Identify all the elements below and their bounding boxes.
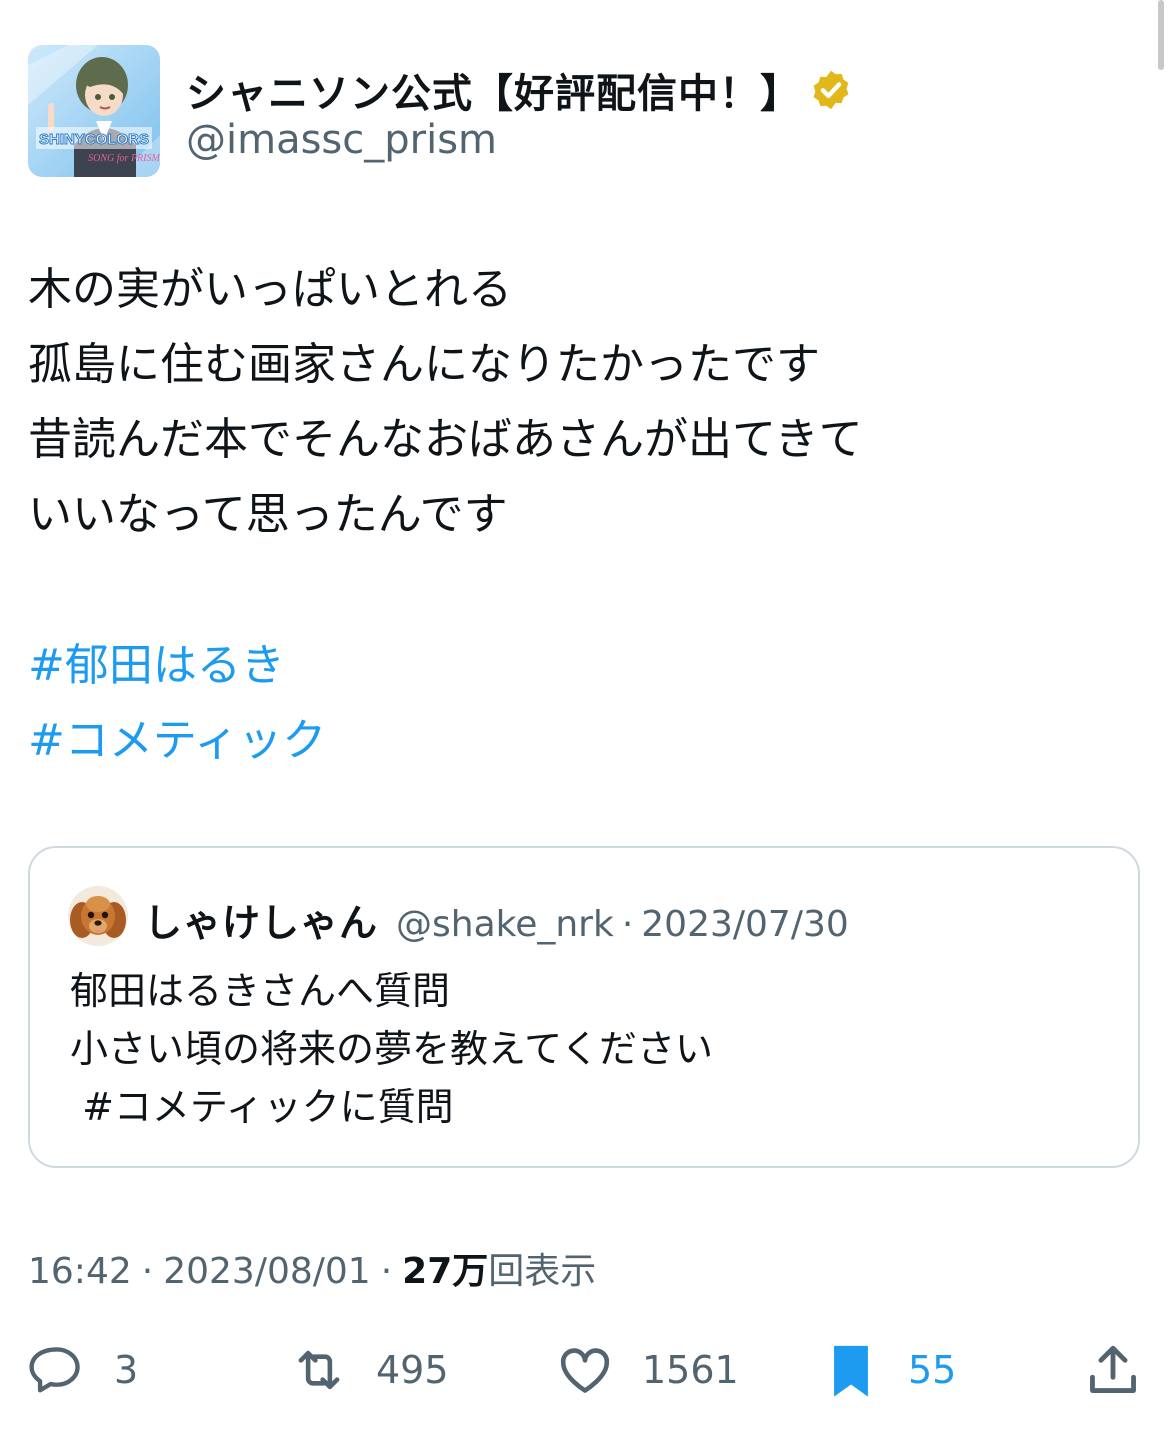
tweet-metadata: 16:42 · 2023/08/01 · 27万 回表示 [28, 1242, 596, 1294]
tweet-hashtags: #郁田はるき #コメティック [28, 628, 326, 778]
retweet-count: 495 [376, 1348, 449, 1392]
hashtag-link[interactable]: #郁田はるき [28, 628, 326, 703]
tweet-header: SHINYCOLORS SONG for PRISM シャニソン公式【好評配信中… [28, 45, 1128, 181]
quoted-tweet-body: 郁田はるきさんへ質問 小さい頃の将来の夢を教えてください #コメティックに質問 [70, 962, 713, 1136]
views-label: 回表示 [488, 1251, 597, 1292]
tweet-line: 孤島に住む画家さんになりたかったです [28, 339, 820, 390]
tweet-date[interactable]: 2023/08/01 [163, 1251, 371, 1292]
bookmark-button[interactable]: 55 [822, 1330, 956, 1410]
verified-badge-icon [813, 70, 849, 110]
bookmark-count: 55 [908, 1348, 957, 1392]
quoted-tweet-card[interactable]: しゃけしゃん @shake_nrk · 2023/07/30 郁田はるきさんへ質… [28, 846, 1140, 1168]
tweet-body: 木の実がいっぱいとれる 孤島に住む画家さんになりたかったです 昔読んだ本でそんな… [28, 252, 1138, 552]
separator-dot: · [380, 1251, 393, 1292]
reply-count: 3 [114, 1348, 139, 1392]
author-display-name[interactable]: シャニソン公式【好評配信中！】 [186, 61, 801, 119]
retweet-button[interactable]: 495 [290, 1330, 449, 1410]
separator-dot: · [621, 904, 634, 945]
quoted-tweet-header: しゃけしゃん @shake_nrk · 2023/07/30 [144, 892, 849, 947]
like-count: 1561 [642, 1348, 739, 1392]
author-handle[interactable]: @imassc_prism [186, 117, 497, 163]
reply-button[interactable]: 3 [28, 1330, 138, 1410]
share-icon [1090, 1345, 1136, 1393]
tweet-time[interactable]: 16:42 [28, 1251, 132, 1292]
tweet-line: 木の実がいっぱいとれる [28, 264, 512, 315]
heart-icon [560, 1348, 610, 1393]
author-avatar[interactable]: SHINYCOLORS SONG for PRISM [28, 45, 160, 177]
reply-icon [29, 1347, 80, 1393]
author-name-row[interactable]: シャニソン公式【好評配信中！】 [186, 61, 853, 119]
quoted-author-avatar[interactable] [68, 886, 128, 946]
svg-text:SHINYCOLORS: SHINYCOLORS [39, 131, 149, 148]
bookmark-icon [834, 1345, 868, 1397]
quoted-tweet-line: #コメティックに質問 [70, 1085, 454, 1129]
like-button[interactable]: 1561 [556, 1330, 739, 1410]
svg-text:SONG for PRISM: SONG for PRISM [88, 153, 160, 164]
scrollbar[interactable] [1158, 0, 1164, 70]
quoted-author-handle[interactable]: @shake_nrk [396, 904, 614, 945]
retweet-icon [298, 1350, 340, 1390]
tweet-line: 昔読んだ本でそんなおばあさんが出てきて [28, 414, 863, 465]
tweet-line: いいなって思ったんです [28, 489, 508, 540]
share-button[interactable] [1084, 1330, 1142, 1410]
hashtag-link[interactable]: #コメティック [28, 703, 326, 778]
quoted-tweet-line: 郁田はるきさんへ質問 [70, 969, 451, 1013]
action-bar: 3 495 1561 55 [0, 1330, 1170, 1410]
quoted-author-name[interactable]: しゃけしゃん [144, 892, 378, 947]
views-count: 27万 [402, 1251, 489, 1292]
separator-dot: · [141, 1251, 154, 1292]
quoted-tweet-date[interactable]: 2023/07/30 [641, 904, 849, 945]
quoted-tweet-line: 小さい頃の将来の夢を教えてください [70, 1027, 713, 1071]
